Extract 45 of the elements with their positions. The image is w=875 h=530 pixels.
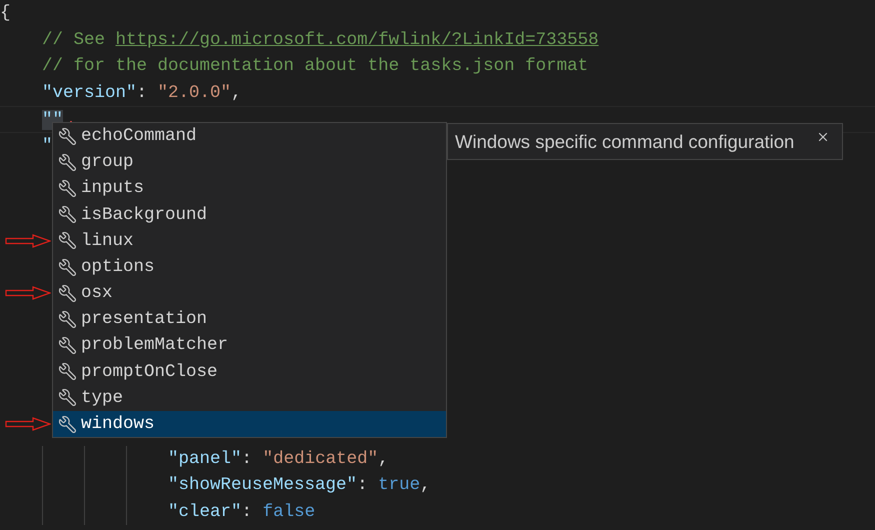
wrench-icon <box>58 336 77 356</box>
code-token: "showReuseMessage" <box>168 475 358 495</box>
wrench-icon <box>58 284 77 303</box>
suggestion-item[interactable]: presentation <box>53 306 446 332</box>
suggestion-item[interactable]: linux <box>53 228 446 254</box>
code-token: true <box>378 475 420 495</box>
wrench-icon <box>58 310 77 329</box>
suggestion-item[interactable]: problemMatcher <box>53 332 446 359</box>
code-token: "2.0.0" <box>158 82 232 102</box>
code-token: { <box>0 3 11 23</box>
code-token: "dedicated" <box>262 448 378 468</box>
wrench-icon <box>58 258 77 277</box>
code-token: , <box>231 82 242 102</box>
code-token: : <box>136 82 148 102</box>
suggestion-item[interactable]: options <box>53 254 446 280</box>
details-text: Windows specific command configuration <box>454 130 794 153</box>
wrench-icon <box>58 362 77 382</box>
code-token: : <box>242 502 254 522</box>
code-comment: // for the documentation about the tasks.json format <box>42 56 588 76</box>
suggestion-item[interactable]: promptOnClose <box>53 358 446 385</box>
wrench-icon <box>58 152 77 172</box>
wrench-icon <box>58 126 77 146</box>
suggestion-item[interactable]: isBackground <box>53 202 446 228</box>
wrench-icon <box>58 205 77 224</box>
wrench-icon <box>58 388 77 408</box>
suggestion-item[interactable]: type <box>53 384 446 412</box>
wrench-icon <box>58 231 77 250</box>
suggestion-item[interactable]: windows <box>53 411 446 438</box>
link[interactable]: https://go.microsoft.com/fwlink/?LinkId=733558 <box>116 30 599 50</box>
code-comment: // See <box>42 30 106 50</box>
wrench-icon <box>58 178 77 198</box>
code-token: "version" <box>42 82 137 102</box>
code-token: "clear" <box>168 502 242 522</box>
code-token: : <box>357 475 369 495</box>
close-icon[interactable] <box>816 130 830 144</box>
code-token: " <box>42 136 53 156</box>
suggestion-item[interactable]: osx <box>53 280 446 306</box>
code-token: , <box>378 448 389 468</box>
code-token: , <box>420 475 431 495</box>
code-token: : <box>242 448 254 468</box>
wrench-icon <box>58 414 77 434</box>
code-token: false <box>262 502 316 522</box>
suggestion-item[interactable]: group <box>53 149 446 176</box>
code-token: "panel" <box>168 448 242 468</box>
suggestion-item[interactable]: inputs <box>53 175 446 202</box>
